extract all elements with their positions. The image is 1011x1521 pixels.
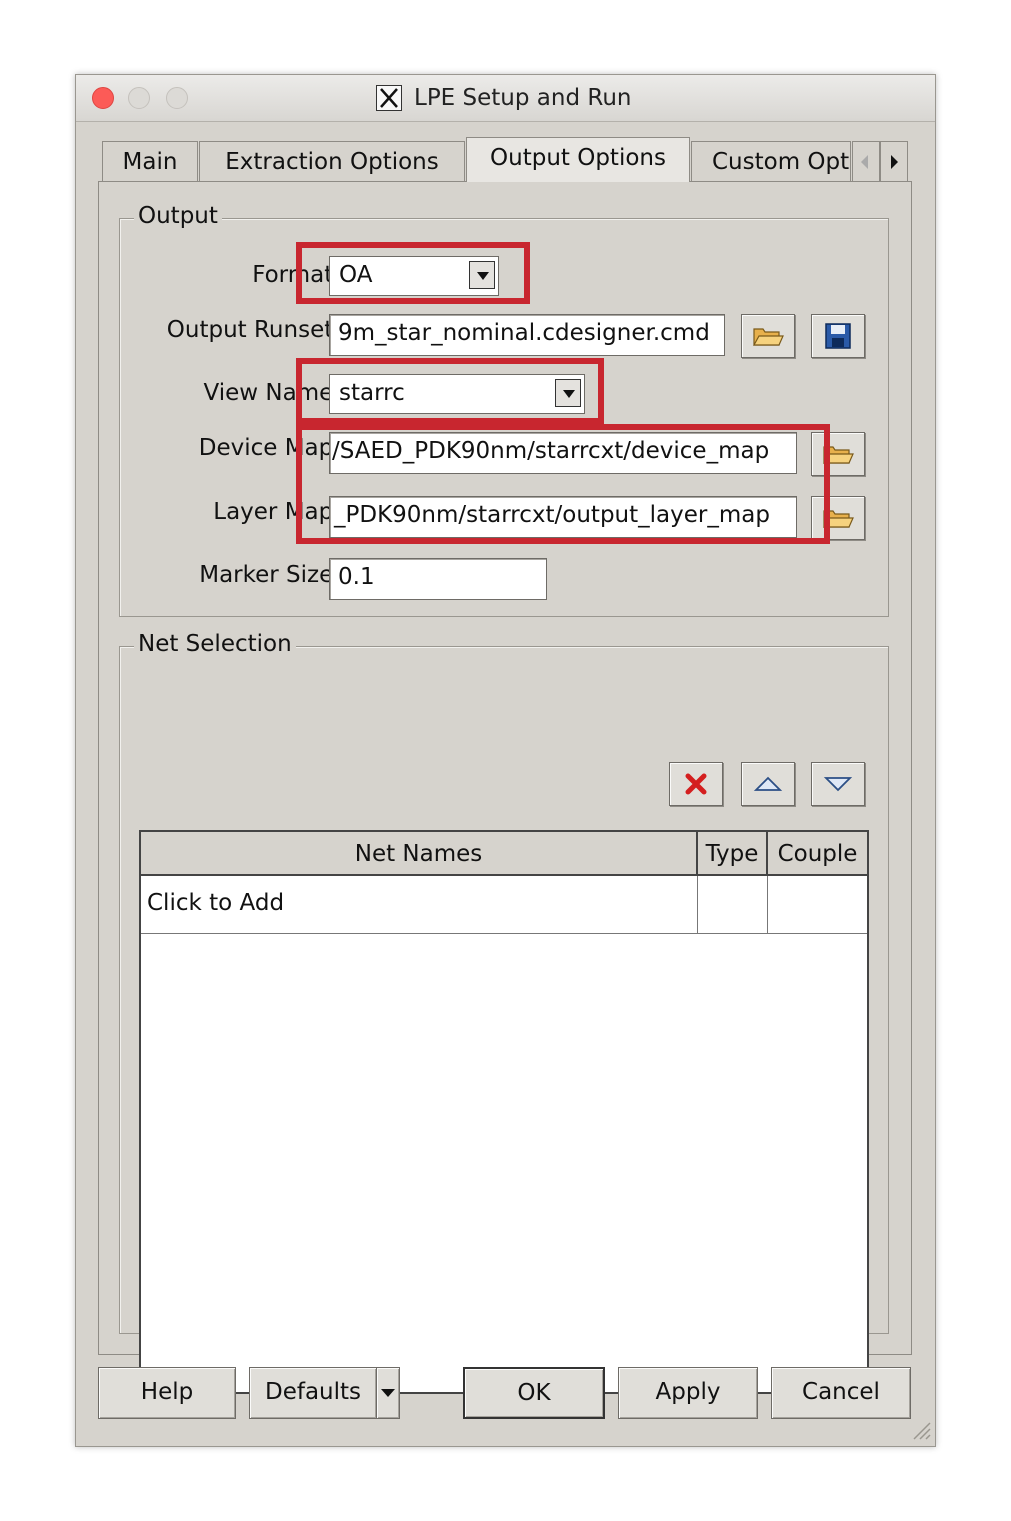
ok-button[interactable]: OK — [463, 1367, 605, 1419]
help-button[interactable]: Help — [98, 1367, 236, 1419]
format-label: Format: — [252, 262, 341, 288]
marker-size-label: Marker Size: — [199, 562, 341, 588]
view-name-value: starrc — [339, 380, 405, 406]
table-cell-net-name[interactable]: Click to Add — [141, 876, 698, 934]
resize-grip-icon[interactable] — [908, 1417, 932, 1441]
apply-button[interactable]: Apply — [618, 1367, 758, 1419]
x11-icon — [376, 85, 402, 111]
folder-open-icon — [822, 510, 854, 528]
title-bar: LPE Setup and Run — [76, 75, 935, 122]
column-header-couple[interactable]: Couple — [768, 832, 867, 876]
chevron-down-icon — [381, 1389, 395, 1397]
browse-layer-map-button[interactable] — [811, 496, 865, 540]
output-runset-label: Output Runset: — [166, 317, 341, 343]
view-name-label: View Name: — [203, 380, 342, 406]
column-header-net-names[interactable]: Net Names — [141, 832, 698, 876]
folder-open-icon — [822, 446, 854, 464]
folder-open-icon — [752, 328, 784, 346]
tab-custom-options[interactable]: Custom Opt — [691, 141, 851, 181]
minimize-window-button[interactable] — [128, 87, 150, 109]
marker-size-field[interactable]: 0.1 — [329, 558, 547, 600]
move-down-button[interactable] — [811, 762, 865, 806]
device-map-label: Device Map: — [198, 435, 341, 461]
tab-scroll-left-button[interactable] — [852, 141, 880, 183]
output-group-legend: Output — [134, 203, 222, 229]
defaults-button[interactable]: Defaults — [249, 1367, 377, 1419]
column-header-type[interactable]: Type — [698, 832, 768, 876]
delete-x-icon — [685, 773, 707, 795]
tab-scroll-right-button[interactable] — [880, 141, 908, 183]
delete-net-button[interactable] — [669, 762, 723, 806]
move-down-icon — [823, 777, 853, 792]
net-selection-legend: Net Selection — [134, 631, 296, 657]
output-options-pane: Output Format: OA Output Runset: 9m_star… — [98, 181, 912, 1394]
browse-runset-button[interactable] — [741, 314, 795, 358]
layer-map-label: Layer Map: — [213, 499, 341, 525]
net-names-table[interactable]: Net Names Type Couple Click to Add — [139, 830, 869, 1394]
save-disk-icon — [825, 323, 851, 349]
tab-main[interactable]: Main — [102, 141, 198, 182]
tab-output-options[interactable]: Output Options — [466, 137, 690, 182]
layer-map-field[interactable]: _PDK90nm/starrcxt/output_layer_map — [329, 496, 797, 538]
output-runset-field[interactable]: 9m_star_nominal.cdesigner.cmd — [329, 314, 725, 356]
format-dropdown[interactable]: OA — [329, 256, 499, 296]
chevron-right-icon — [891, 155, 898, 169]
title-group: LPE Setup and Run — [376, 85, 631, 111]
view-name-dropdown[interactable]: starrc — [329, 374, 585, 414]
move-up-button[interactable] — [741, 762, 795, 806]
browse-device-map-button[interactable] — [811, 432, 865, 476]
close-window-button[interactable] — [92, 87, 114, 109]
device-map-field[interactable]: /SAED_PDK90nm/starrcxt/device_map — [329, 432, 797, 474]
save-runset-button[interactable] — [811, 314, 865, 358]
dropdown-arrow-icon — [555, 379, 581, 407]
cancel-button[interactable]: Cancel — [771, 1367, 911, 1419]
dropdown-arrow-icon — [469, 261, 495, 289]
chevron-left-icon — [861, 155, 868, 169]
window-title: LPE Setup and Run — [414, 85, 632, 111]
defaults-menu-button[interactable] — [376, 1367, 400, 1419]
zoom-window-button[interactable] — [166, 87, 188, 109]
tab-extraction-options[interactable]: Extraction Options — [199, 141, 465, 182]
table-cell-type[interactable] — [698, 876, 768, 934]
table-cell-couple[interactable] — [768, 876, 867, 934]
format-value: OA — [339, 262, 373, 288]
lpe-setup-window: LPE Setup and Run Main Extraction Option… — [75, 74, 936, 1447]
move-up-icon — [753, 776, 783, 791]
